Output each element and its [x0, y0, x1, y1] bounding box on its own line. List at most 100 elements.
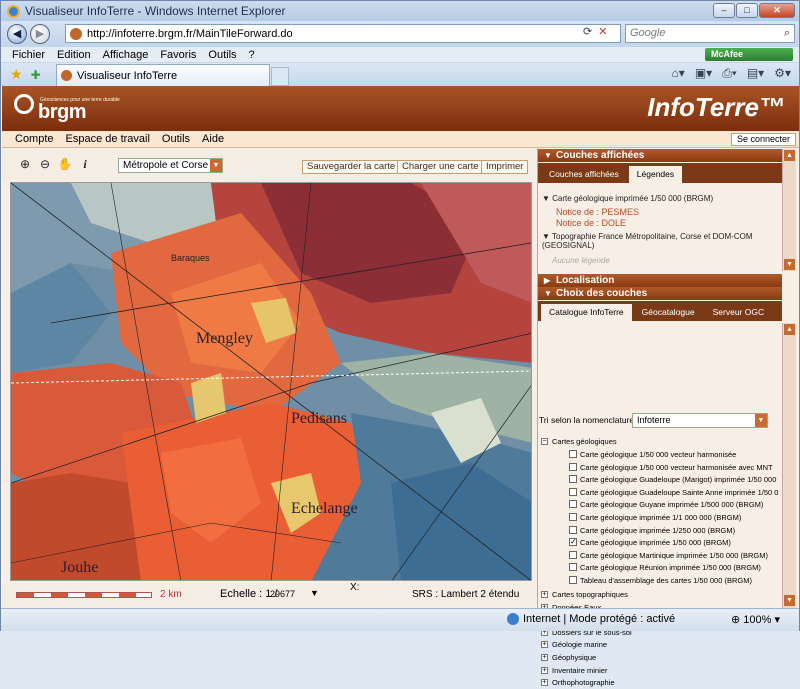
- stop-icon[interactable]: ✕: [598, 25, 607, 38]
- layer-item[interactable]: ✓ Carte géologique imprimée 1/50 000 (BRG…: [538, 536, 778, 549]
- search-icon[interactable]: ⌕: [784, 25, 790, 42]
- layer-item[interactable]: Carte géologique Guadeloupe (Marigot) im…: [538, 473, 778, 486]
- legend-item-topo[interactable]: ▼ Topographie France Métropolitaine, Cor…: [542, 232, 774, 250]
- menu-aide[interactable]: Aide: [202, 133, 224, 145]
- layer-checkbox[interactable]: [569, 550, 577, 559]
- page-icon[interactable]: ▤▾: [747, 66, 764, 81]
- expand-plus-icon[interactable]: +: [541, 591, 548, 598]
- tree-group[interactable]: + Inventaire minier: [538, 664, 778, 677]
- layers-scrollbar[interactable]: ▲ ▼: [782, 323, 796, 608]
- address-bar[interactable]: http://infoterre.brgm.fr/MainTileForward…: [65, 24, 621, 43]
- layer-checkbox[interactable]: [569, 513, 577, 521]
- notice-pesmes[interactable]: Notice de : PESMES: [556, 207, 639, 217]
- layer-checkbox[interactable]: [569, 475, 577, 484]
- feeds-icon[interactable]: ▣▾: [695, 66, 712, 81]
- layer-item[interactable]: Carte géologique Réunion imprimée 1/50 0…: [538, 561, 778, 574]
- tree-cartes-geologiques[interactable]: − Cartes géologiques: [538, 435, 778, 448]
- localisation-header[interactable]: ▶ Localisation: [538, 274, 782, 287]
- layer-checkbox[interactable]: [569, 563, 577, 572]
- menu-espace-travail[interactable]: Espace de travail: [66, 133, 150, 145]
- map-label-jouhe: Jouhe: [61, 559, 98, 576]
- menu-affichage[interactable]: Affichage: [103, 49, 149, 61]
- geological-map[interactable]: Mengley Pedisans Echelange Jouhe Baraque…: [10, 182, 532, 581]
- scroll-down-icon[interactable]: ▼: [784, 595, 795, 606]
- layer-checkbox[interactable]: [569, 462, 577, 471]
- search-input[interactable]: Google ⌕: [625, 24, 795, 43]
- layer-checkbox[interactable]: ✓: [569, 538, 577, 547]
- nomenclature-select[interactable]: Infoterre ▼: [632, 413, 768, 428]
- couches-affichees-header[interactable]: ▼ Couches affichées: [538, 149, 782, 162]
- print-button[interactable]: Imprimer: [481, 160, 529, 174]
- layer-checkbox[interactable]: [569, 576, 577, 584]
- tree-group[interactable]: + Orthophotographie: [538, 676, 778, 689]
- menu-favoris[interactable]: Favoris: [160, 49, 196, 61]
- maximize-button[interactable]: □: [736, 3, 758, 18]
- scroll-up-icon[interactable]: ▲: [784, 150, 795, 161]
- expand-plus-icon[interactable]: +: [541, 666, 548, 674]
- favorites-star-icon[interactable]: ★: [10, 66, 23, 83]
- group-label: Orthophotographie: [552, 678, 615, 688]
- layer-item[interactable]: Carte géologique Guadeloupe Sainte Anne …: [538, 486, 778, 499]
- browser-tab[interactable]: Visualiseur InfoTerre: [56, 64, 270, 86]
- back-button[interactable]: ◀: [7, 24, 27, 44]
- tab-catalogue[interactable]: Catalogue InfoTerre: [541, 304, 632, 321]
- tools-gear-icon[interactable]: ⚙▾: [774, 66, 791, 81]
- layer-item[interactable]: Carte géologique imprimée 1/250 000 (BRG…: [538, 524, 778, 537]
- security-zone[interactable]: Internet | Mode protégé : activé: [507, 613, 675, 625]
- layer-item[interactable]: Tableau d'assemblage des cartes 1/50 000…: [538, 574, 778, 587]
- expand-plus-icon[interactable]: +: [541, 654, 548, 661]
- legend-scrollbar[interactable]: ▲ ▼: [782, 149, 796, 271]
- layer-checkbox[interactable]: [569, 450, 577, 458]
- scroll-down-icon[interactable]: ▼: [784, 259, 795, 270]
- layer-checkbox[interactable]: [569, 487, 577, 496]
- pan-hand-icon[interactable]: ✋: [57, 156, 73, 172]
- tab-serveur-ogc[interactable]: Serveur OGC: [705, 304, 773, 321]
- app-title: InfoTerre™: [647, 92, 785, 122]
- layer-item[interactable]: Carte géologique imprimée 1/1 000 000 (B…: [538, 511, 778, 524]
- add-favorite-icon[interactable]: ✚: [31, 68, 41, 82]
- tab-geocatalogue[interactable]: Géocatalogue: [634, 304, 703, 321]
- scale-value[interactable]: 29677: [270, 589, 295, 599]
- choix-couches-header[interactable]: ▼ Choix des couches: [538, 287, 782, 300]
- menu-compte[interactable]: Compte: [15, 133, 54, 145]
- info-icon[interactable]: i: [77, 156, 93, 172]
- mcafee-button[interactable]: McAfee SiteAdvisor: [705, 48, 793, 72]
- scroll-up-icon[interactable]: ▲: [784, 324, 795, 335]
- menu-edition[interactable]: Edition: [57, 49, 91, 61]
- layer-checkbox[interactable]: [569, 500, 577, 509]
- close-button[interactable]: ✕: [759, 3, 795, 18]
- menu-outils[interactable]: Outils: [208, 49, 236, 61]
- forward-button[interactable]: ▶: [30, 24, 50, 44]
- menu-help[interactable]: ?: [249, 49, 255, 61]
- connect-button[interactable]: Se connecter: [730, 133, 796, 146]
- menu-outils-app[interactable]: Outils: [162, 133, 190, 145]
- expand-plus-icon[interactable]: +: [541, 641, 548, 649]
- print-icon[interactable]: ⎙▾: [722, 66, 737, 81]
- tab-couches-affichees[interactable]: Couches affichées: [541, 166, 627, 183]
- zoom-in-icon[interactable]: ⊕: [17, 156, 33, 172]
- tree-group[interactable]: + Géophysique: [538, 651, 778, 664]
- legend-item-carte[interactable]: ▼ Carte géologique imprimée 1/50 000 (BR…: [542, 194, 713, 203]
- zoom-out-icon[interactable]: ⊖: [37, 156, 53, 172]
- zoom-level[interactable]: ⊕ 100% ▾: [731, 613, 780, 626]
- scale-dropdown-icon[interactable]: ▼: [310, 588, 319, 598]
- menu-fichier[interactable]: Fichier: [12, 49, 45, 61]
- notice-dole[interactable]: Notice de : DOLE: [556, 218, 626, 228]
- collapse-minus-icon[interactable]: −: [541, 438, 548, 445]
- tab-legendes[interactable]: Légendes: [628, 166, 683, 183]
- tree-group[interactable]: + Géologie marine: [538, 638, 778, 651]
- region-select[interactable]: Métropole et Corse ▼: [118, 158, 223, 173]
- minimize-button[interactable]: –: [713, 3, 735, 18]
- home-icon[interactable]: ⌂▾: [672, 66, 685, 81]
- tree-group[interactable]: + Cartes topographiques: [538, 588, 778, 601]
- load-map-button[interactable]: Charger une carte: [397, 160, 484, 174]
- layer-item[interactable]: Carte géologique Guyane imprimée 1/500 0…: [538, 498, 778, 511]
- expand-plus-icon[interactable]: +: [541, 679, 548, 687]
- layer-item[interactable]: Carte géologique 1/50 000 vecteur harmon…: [538, 448, 778, 461]
- layer-item[interactable]: Carte géologique Martinique imprimée 1/5…: [538, 549, 778, 562]
- refresh-icon[interactable]: ⟳: [583, 25, 592, 38]
- new-tab-button[interactable]: [271, 67, 289, 86]
- save-map-button[interactable]: Sauvegarder la carte: [302, 160, 401, 174]
- layer-item[interactable]: Carte géologique 1/50 000 vecteur harmon…: [538, 461, 778, 474]
- layer-checkbox[interactable]: [569, 525, 577, 534]
